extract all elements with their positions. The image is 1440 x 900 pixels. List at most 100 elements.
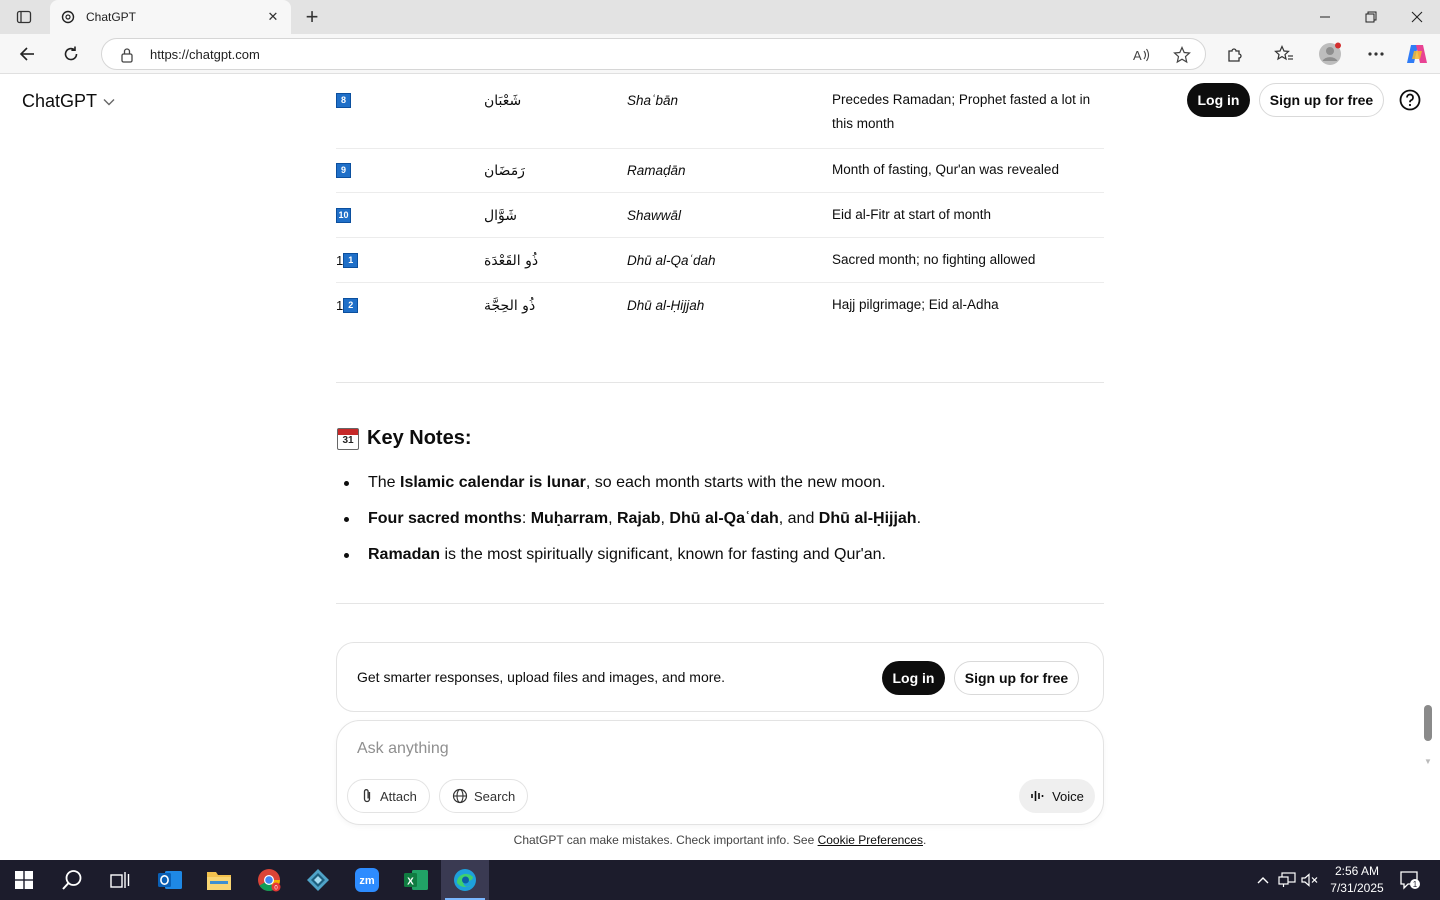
list-item: Four sacred months: Muḥarram, Rajab, Dhū… [337,501,1097,537]
attach-button[interactable]: Attach [347,779,430,813]
site-info-lock-icon[interactable] [120,47,134,68]
edge-app-icon[interactable] [441,860,489,900]
tab-actions-icon[interactable] [10,7,38,27]
chatgpt-page: ChatGPT Log in Sign up for free 8 شَعْبَ… [0,75,1440,860]
browser-nav-bar: https://chatgpt.com A [0,34,1440,74]
month-arabic: ذُو القَعْدَة [484,253,539,269]
browser-tab-chatgpt[interactable]: ChatGPT ✕ [50,0,291,34]
table-row: 8 شَعْبَان Shaʿbān Precedes Ramadan; Pro… [336,92,1104,149]
voice-label: Voice [1052,788,1084,804]
month-transliteration: Dhū al-Qaʿdah [627,253,716,268]
file-explorer-icon[interactable] [195,860,243,900]
month-notes: Precedes Ramadan; Prophet fasted a lot i… [832,92,1091,131]
clock-date: 7/31/2025 [1330,881,1384,895]
chatgpt-favicon-icon [60,9,76,25]
disclaimer-footer: ChatGPT can make mistakes. Check importa… [513,833,927,847]
calendar-icon: 31 [337,427,359,450]
scroll-down-arrow-icon[interactable]: ▼ [1424,757,1432,766]
table-row: 11 ذُو القَعْدَة Dhū al-Qaʿdah Sacred mo… [336,252,1104,283]
tray-overflow-chevron-icon[interactable] [1252,860,1274,900]
month-arabic: شَعْبَان [484,93,522,109]
signup-promo-card: Get smarter responses, upload files and … [336,642,1104,712]
taskbar-clock[interactable]: 2:56 AM 7/31/2025 [1322,863,1392,897]
profile-avatar-icon[interactable] [1318,42,1342,66]
cookie-preferences-link[interactable]: Cookie Preferences [818,833,923,847]
svg-text:zm: zm [359,875,375,887]
month-transliteration: Ramaḍān [627,163,686,178]
table-row: 9 رَمَضَان Ramaḍān Month of fasting, Qur… [336,162,1104,193]
month-number: 12 [336,298,359,313]
voice-wave-icon [1031,791,1044,801]
favorite-star-icon[interactable] [1172,45,1192,65]
list-item: Ramadan is the most spiritually signific… [337,537,1097,573]
network-icon[interactable] [1276,860,1298,900]
keycap-number-icon: 10 [336,208,351,223]
promo-text: Get smarter responses, upload files and … [357,669,726,685]
section-divider [336,382,1104,383]
list-item: The Islamic calendar is lunar, so each m… [337,465,1097,501]
outlook-app-icon[interactable] [146,860,194,900]
browser-tab-bar: ChatGPT ✕ + [0,0,1440,34]
notification-count: 1 [1413,880,1418,889]
table-row: 12 ذُو الحِجَّة Dhū al-Ḥijjah Hajj pilgr… [336,297,1104,328]
restore-icon[interactable] [1348,0,1394,34]
svg-text:A: A [1133,48,1142,63]
scrollbar-thumb[interactable] [1424,705,1432,741]
login-button[interactable]: Log in [1187,83,1250,117]
refresh-icon[interactable] [56,40,86,68]
key-notes-list: The Islamic calendar is lunar, so each m… [337,465,1097,573]
search-button[interactable]: Search [439,779,529,813]
model-selector[interactable]: ChatGPT [22,91,115,112]
url-text[interactable]: https://chatgpt.com [150,47,260,62]
month-number: 11 [336,253,359,268]
notifications-icon[interactable]: 1 [1396,860,1424,900]
tab-close-icon[interactable]: ✕ [265,9,281,25]
more-options-icon[interactable] [1364,42,1388,66]
month-number: 10 [336,208,351,223]
clock-time: 2:56 AM [1334,864,1380,878]
minimize-icon[interactable] [1302,0,1348,34]
window-close-icon[interactable] [1394,0,1440,34]
ask-anything-input[interactable] [357,737,1057,761]
month-transliteration: Dhū al-Ḥijjah [627,298,705,313]
signup-button[interactable]: Sign up for free [1259,83,1384,117]
month-arabic: شَوَّال [484,208,518,224]
zoom-app-icon[interactable]: zm [343,860,391,900]
attach-label: Attach [380,788,417,804]
read-aloud-icon[interactable]: A [1132,45,1152,65]
section-divider [336,603,1104,604]
back-icon[interactable] [12,40,42,68]
help-icon[interactable] [1399,89,1421,111]
month-notes: Hajj pilgrimage; Eid al-Adha [832,297,999,312]
new-tab-icon[interactable]: + [300,4,324,29]
key-notes-title: Key Notes: [367,427,472,449]
globe-icon [452,788,468,804]
task-view-icon[interactable] [96,860,144,900]
volume-muted-icon[interactable] [1299,860,1321,900]
month-number: 8 [336,93,351,108]
promo-signup-button[interactable]: Sign up for free [954,661,1079,695]
windows-taskbar: 0 zm X 2:56 AM 7/31/2025 1 [0,860,1440,900]
excel-app-icon[interactable]: X [392,860,440,900]
chrome-app-icon[interactable]: 0 [245,860,293,900]
start-windows-icon[interactable] [0,860,48,900]
tab-title: ChatGPT [86,10,137,24]
month-arabic: رَمَضَان [484,163,525,179]
month-arabic: ذُو الحِجَّة [484,298,536,314]
keycap-number-icon: 1 [343,253,359,268]
table-row: 10 شَوَّال Shawwāl Eid al-Fitr at start … [336,207,1104,238]
svg-text:X: X [407,877,414,888]
composer: Attach Search Voice [336,720,1104,825]
copilot-icon[interactable] [1405,42,1429,66]
keycap-number-icon: 8 [336,93,351,108]
brand-label: ChatGPT [22,91,98,111]
app-diamond-icon[interactable] [294,860,342,900]
extensions-icon[interactable] [1223,42,1247,66]
address-bar[interactable]: https://chatgpt.com A [101,38,1206,70]
voice-button[interactable]: Voice [1019,779,1095,813]
promo-login-button[interactable]: Log in [882,661,945,695]
taskbar-search-icon[interactable] [48,860,96,900]
favorites-icon[interactable] [1272,42,1296,66]
month-notes: Month of fasting, Qur'an was revealed [832,162,1059,177]
month-transliteration: Shaʿbān [627,93,679,108]
